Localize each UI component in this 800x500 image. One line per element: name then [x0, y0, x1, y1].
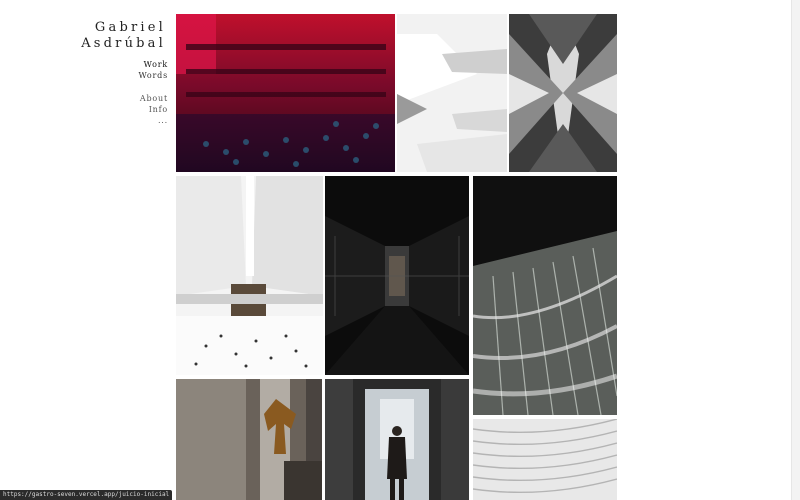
- gallery-item-ribs-pattern[interactable]: [473, 419, 617, 500]
- gallery-item-glass-facade[interactable]: [473, 176, 617, 415]
- ribs-pattern-photo: [473, 419, 617, 500]
- glass-facade-photo: [473, 176, 617, 415]
- oculus-hall-photo: [176, 176, 323, 375]
- gallery-item-dark-corridor[interactable]: [325, 176, 469, 375]
- concert-hall-photo: [176, 14, 395, 172]
- gallery-item-angel-sculpture[interactable]: [176, 379, 322, 500]
- nav-about-link[interactable]: About: [140, 93, 168, 104]
- site-title[interactable]: Gabriel Asdrúbal: [81, 20, 166, 52]
- angel-sculpture-photo: [176, 379, 322, 500]
- gallery-item-concert-hall[interactable]: [176, 14, 395, 172]
- nav-info-link[interactable]: Info: [140, 104, 168, 115]
- nav-words-link[interactable]: Words: [138, 70, 168, 81]
- hallway-person-photo: [325, 379, 469, 500]
- site-title-last: Asdrúbal: [81, 36, 166, 51]
- gallery-item-spiral-museum[interactable]: [397, 14, 507, 172]
- dark-corridor-photo: [325, 176, 469, 375]
- gallery-item-oculus-hall[interactable]: [176, 176, 323, 375]
- sidebar: Gabriel Asdrúbal Work Words About Info .…: [0, 0, 170, 500]
- secondary-nav: About Info ...: [140, 93, 168, 126]
- nav-work-link[interactable]: Work: [138, 59, 168, 70]
- primary-nav: Work Words: [138, 59, 168, 81]
- gallery-item-hallway-person[interactable]: [325, 379, 469, 500]
- spiral-museum-photo: [397, 14, 507, 172]
- gallery-item-symmetric-structure[interactable]: [509, 14, 617, 172]
- page-scrollbar[interactable]: [791, 0, 800, 500]
- symmetric-structure-photo: [509, 14, 617, 172]
- nav-more-link[interactable]: ...: [140, 115, 168, 126]
- site-title-first: Gabriel: [94, 20, 166, 35]
- status-bar-url: https://gastro-seven.vercel.app/juicio-i…: [0, 490, 173, 500]
